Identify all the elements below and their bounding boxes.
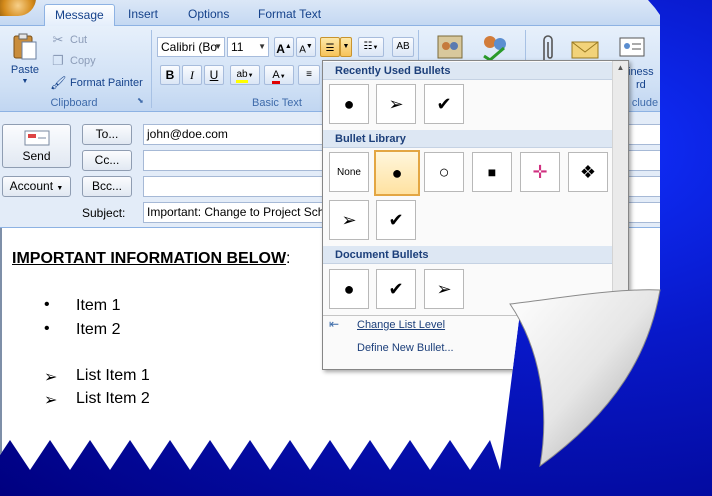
dialog-launcher-icon[interactable]: ⬊	[137, 96, 144, 105]
bullet-list-icon: ☰	[325, 43, 335, 54]
document-bullets-header: Document Bullets	[323, 246, 613, 264]
bullet-option-square[interactable]: ■	[472, 152, 512, 192]
chevron-down-icon: ▼	[214, 42, 222, 51]
bullet-dot-icon: •	[44, 296, 50, 313]
arrow-bullet-icon: ➢	[44, 369, 58, 386]
chevron-down-icon: ▼	[21, 78, 29, 85]
grow-font-icon[interactable]: A▲	[274, 37, 294, 57]
tab-message[interactable]: Message	[44, 4, 115, 26]
tab-insert[interactable]: Insert	[118, 4, 168, 26]
change-list-level-label: Change List Level	[357, 319, 446, 331]
subject-label: Subject:	[82, 206, 126, 220]
paste-label: Paste	[10, 64, 40, 76]
tab-options[interactable]: Options	[178, 4, 239, 26]
paste-icon	[13, 33, 37, 60]
numbering-button[interactable]: ☷▼	[358, 37, 384, 57]
format-painter-label: Format Painter	[70, 77, 143, 89]
define-new-bullet-label: Define New Bullet...	[357, 342, 454, 354]
scroll-up-icon[interactable]: ▲	[613, 63, 628, 72]
bullet-option-check[interactable]: ✔	[376, 200, 416, 240]
business-card-label-2: rd	[636, 79, 646, 91]
font-size-value: 11	[231, 40, 244, 54]
list-item: List Item 2	[76, 390, 150, 407]
font-color-button[interactable]: A▼	[264, 65, 294, 85]
list-item: Item 2	[76, 321, 121, 338]
styles-icon[interactable]: AB	[392, 37, 414, 57]
paintbrush-icon: 🖌	[50, 75, 67, 90]
list-item: List Item 1	[76, 367, 150, 384]
highlighter-icon: ab	[236, 69, 248, 83]
business-card-label: iness	[628, 66, 654, 78]
bold-button[interactable]: B	[160, 65, 180, 85]
send-envelope-icon	[24, 130, 49, 146]
bcc-button[interactable]: Bcc...	[82, 176, 132, 197]
send-label: Send	[22, 149, 51, 163]
clipboard-group-label: Clipboard	[50, 97, 98, 109]
font-name-value: Calibri (Bo	[161, 40, 218, 54]
define-new-bullet-item[interactable]: Define New Bullet...	[357, 342, 454, 354]
bullets-dropdown-arrow[interactable]: ▼	[340, 37, 352, 57]
font-color-icon: A	[272, 69, 280, 84]
align-left-icon[interactable]: ≡	[298, 65, 320, 85]
bullet-option-check[interactable]: ✔	[424, 84, 464, 124]
numbered-list-icon: ☷	[363, 41, 373, 52]
bullet-option-dot[interactable]: ●	[329, 269, 369, 309]
to-button[interactable]: To...	[82, 124, 132, 145]
tab-format-text[interactable]: Format Text	[248, 4, 331, 26]
bullet-library-header: Bullet Library	[323, 130, 613, 148]
bullet-option-none[interactable]: None	[329, 152, 369, 192]
body-heading-text: IMPORTANT INFORMATION BELOW	[12, 250, 287, 267]
cut-label: Cut	[70, 34, 88, 46]
copy-icon: ❐	[52, 53, 64, 68]
account-label: Account	[9, 179, 54, 193]
chevron-down-icon: ▼	[258, 42, 266, 51]
cc-button[interactable]: Cc...	[82, 150, 132, 171]
recently-used-header: Recently Used Bullets	[323, 62, 613, 80]
account-button[interactable]: Account ▼	[2, 176, 71, 197]
bullet-option-arrow[interactable]: ➢	[329, 200, 369, 240]
bullet-option-circle[interactable]: ○	[424, 152, 464, 192]
send-button[interactable]: Send	[2, 124, 71, 168]
bullet-dot-icon: •	[44, 320, 50, 337]
chevron-down-icon: ▼	[56, 185, 64, 192]
italic-button[interactable]: I	[182, 65, 202, 85]
bullets-button[interactable]: ☰	[320, 37, 340, 57]
bullet-option-diamonds[interactable]: ❖	[568, 152, 608, 192]
bullet-option-check[interactable]: ✔	[376, 269, 416, 309]
bullet-option-star-cross[interactable]: ✛	[520, 152, 560, 192]
bullet-option-arrow[interactable]: ➢	[376, 84, 416, 124]
include-group-label: clude	[631, 97, 659, 109]
format-painter-button[interactable]: 🖌 Format Painter	[50, 75, 143, 91]
copy-button[interactable]: ❐ Copy	[50, 53, 96, 69]
page-curl	[509, 289, 661, 468]
font-name-box[interactable]: Calibri (Bo ▼	[157, 37, 225, 57]
scissors-icon: ✂	[52, 32, 64, 47]
bullet-option-arrow[interactable]: ➢	[424, 269, 464, 309]
ribbon-tab-bar: Message Insert Options Format Text	[0, 0, 660, 26]
cut-button[interactable]: ✂ Cut	[50, 32, 88, 48]
shrink-font-icon[interactable]: A▼	[296, 37, 316, 57]
office-button[interactable]	[0, 0, 36, 16]
font-size-box[interactable]: 11 ▼	[227, 37, 269, 57]
list-item: Item 1	[76, 297, 121, 314]
underline-button[interactable]: U	[204, 65, 224, 85]
copy-label: Copy	[70, 55, 96, 67]
change-list-level-item[interactable]: Change List Level	[357, 319, 445, 331]
arrow-bullet-icon: ➢	[44, 392, 58, 409]
bullet-option-dot-selected[interactable]: ●	[374, 150, 420, 196]
body-heading-colon: :	[286, 250, 291, 267]
change-level-icon: ⇤	[329, 317, 340, 331]
body-heading: IMPORTANT INFORMATION BELOW:	[12, 250, 291, 268]
highlight-button[interactable]: ab▼	[230, 65, 260, 85]
bullet-option-dot[interactable]: ●	[329, 84, 369, 124]
paste-button[interactable]: Paste ▼	[8, 32, 42, 85]
